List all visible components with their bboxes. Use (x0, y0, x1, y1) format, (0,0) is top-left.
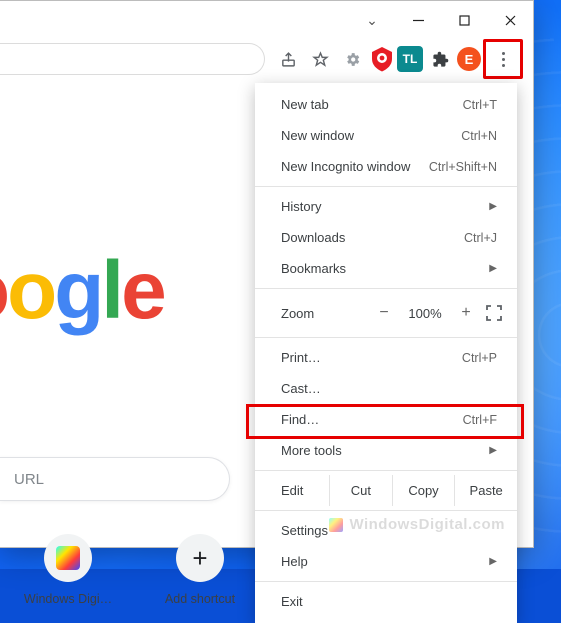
menu-separator (255, 288, 517, 289)
submenu-arrow-icon: ▶ (489, 556, 497, 567)
search-box[interactable]: URL (0, 457, 230, 501)
menu-highlight (483, 39, 523, 79)
titlebar: ⌄ (0, 1, 533, 39)
fullscreen-button[interactable] (485, 304, 503, 322)
settings-gear-extension-icon[interactable] (337, 44, 367, 74)
chrome-window: ⌄ TL E oogle URL (0, 0, 534, 548)
watermark: WindowsDigital.com (329, 516, 505, 533)
menu-more-tools[interactable]: More tools▶ (255, 435, 517, 466)
shortcut-tile: + (176, 534, 224, 582)
edit-copy[interactable]: Copy (392, 475, 455, 506)
zoom-out-button[interactable]: − (373, 304, 395, 322)
watermark-text: WindowsDigital.com (349, 516, 505, 533)
menu-separator (255, 581, 517, 582)
menu-history[interactable]: History▶ (255, 191, 517, 222)
menu-separator (255, 510, 517, 511)
bookmark-star-icon[interactable] (305, 44, 335, 74)
shortcut-label: Windows Digi… (24, 592, 112, 606)
menu-find[interactable]: Find…Ctrl+F (255, 404, 517, 435)
more-menu-button[interactable] (488, 44, 518, 74)
menu-bookmarks[interactable]: Bookmarks▶ (255, 253, 517, 284)
profile-avatar[interactable]: E (457, 47, 481, 71)
windows-digital-icon (56, 546, 80, 570)
menu-edit-row: Edit Cut Copy Paste (255, 475, 517, 506)
menu-new-tab[interactable]: New tabCtrl+T (255, 89, 517, 120)
submenu-arrow-icon: ▶ (489, 263, 497, 274)
adblock-extension-icon[interactable] (369, 46, 395, 72)
shortcut-tile (44, 534, 92, 582)
extensions-puzzle-icon[interactable] (425, 44, 455, 74)
google-logo: oogle (0, 244, 164, 338)
shortcut-label: Add shortcut (165, 592, 235, 606)
tl-extension-icon[interactable]: TL (397, 46, 423, 72)
edit-label: Edit (281, 483, 329, 498)
omnibox[interactable] (0, 43, 265, 75)
chrome-menu: New tabCtrl+T New windowCtrl+N New Incog… (255, 83, 517, 623)
zoom-label: Zoom (281, 306, 365, 321)
submenu-arrow-icon: ▶ (489, 445, 497, 456)
menu-incognito[interactable]: New Incognito windowCtrl+Shift+N (255, 151, 517, 182)
shortcut-add[interactable]: + Add shortcut (150, 534, 250, 606)
share-icon[interactable] (273, 44, 303, 74)
submenu-arrow-icon: ▶ (489, 201, 497, 212)
maximize-button[interactable] (441, 1, 487, 39)
edit-paste[interactable]: Paste (454, 475, 517, 506)
browser-toolbar: TL E (0, 39, 533, 79)
ntp-shortcuts: Windows Digi… + Add shortcut (18, 534, 250, 606)
zoom-value: 100% (403, 306, 447, 321)
close-button[interactable] (487, 1, 533, 39)
menu-help[interactable]: Help▶ (255, 546, 517, 577)
zoom-in-button[interactable]: + (455, 304, 477, 322)
menu-print[interactable]: Print…Ctrl+P (255, 342, 517, 373)
search-placeholder: URL (14, 471, 44, 488)
watermark-logo-icon (329, 518, 343, 532)
search-tabs-chevron[interactable]: ⌄ (349, 1, 395, 39)
minimize-button[interactable] (395, 1, 441, 39)
menu-cast[interactable]: Cast… (255, 373, 517, 404)
menu-downloads[interactable]: DownloadsCtrl+J (255, 222, 517, 253)
menu-new-window[interactable]: New windowCtrl+N (255, 120, 517, 151)
menu-separator (255, 337, 517, 338)
menu-exit[interactable]: Exit (255, 586, 517, 617)
menu-zoom-row: Zoom − 100% + (255, 293, 517, 333)
edit-cut[interactable]: Cut (329, 475, 392, 506)
shortcut-windows-digital[interactable]: Windows Digi… (18, 534, 118, 606)
menu-separator (255, 470, 517, 471)
menu-separator (255, 186, 517, 187)
